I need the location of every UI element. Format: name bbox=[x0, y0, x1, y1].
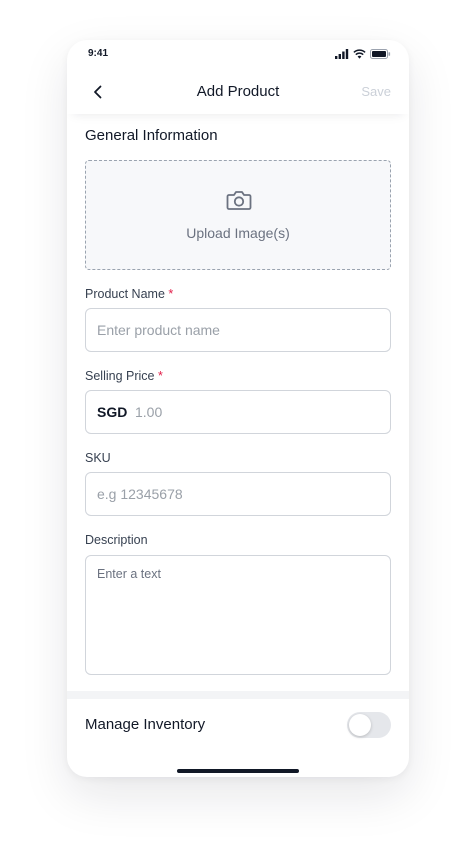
selling-price-label: Selling Price * bbox=[85, 369, 163, 383]
wifi-icon bbox=[353, 49, 366, 59]
sku-input[interactable]: e.g 12345678 bbox=[85, 472, 391, 516]
description-label: Description bbox=[85, 533, 148, 547]
home-indicator bbox=[177, 769, 299, 773]
sku-label: SKU bbox=[85, 451, 111, 465]
product-name-placeholder: Enter product name bbox=[97, 322, 220, 338]
status-icons bbox=[335, 48, 391, 60]
product-name-label: Product Name * bbox=[85, 287, 174, 301]
description-textarea[interactable]: Enter a text bbox=[85, 555, 391, 675]
selling-price-placeholder: 1.00 bbox=[135, 404, 163, 420]
required-mark: * bbox=[157, 369, 163, 383]
save-button[interactable]: Save bbox=[361, 84, 391, 99]
product-name-input[interactable]: Enter product name bbox=[85, 308, 391, 352]
navigation-bar: Add Product Save bbox=[67, 70, 409, 114]
battery-icon bbox=[370, 49, 391, 59]
section-title-general: General Information bbox=[85, 127, 218, 144]
signal-icon bbox=[335, 49, 349, 59]
required-mark: * bbox=[168, 287, 174, 301]
camera-icon bbox=[226, 191, 252, 210]
upload-images-area[interactable]: Upload Image(s) bbox=[85, 160, 391, 270]
status-time: 9:41 bbox=[88, 48, 109, 59]
sku-placeholder: e.g 12345678 bbox=[97, 486, 183, 502]
manage-inventory-label: Manage Inventory bbox=[85, 716, 206, 733]
status-bar: 9:41 bbox=[67, 40, 409, 70]
toggle-knob bbox=[349, 714, 371, 736]
upload-label: Upload Image(s) bbox=[186, 225, 290, 241]
manage-inventory-toggle[interactable] bbox=[347, 712, 391, 738]
phone-screen: 9:41 Add Product Save General Informatio… bbox=[67, 40, 409, 777]
section-divider bbox=[67, 691, 409, 699]
selling-price-input[interactable]: SGD 1.00 bbox=[85, 390, 391, 434]
currency-prefix: SGD bbox=[97, 404, 128, 420]
page-title: Add Product bbox=[196, 83, 280, 100]
manage-inventory-row: Manage Inventory bbox=[67, 699, 409, 751]
description-placeholder: Enter a text bbox=[97, 567, 161, 581]
